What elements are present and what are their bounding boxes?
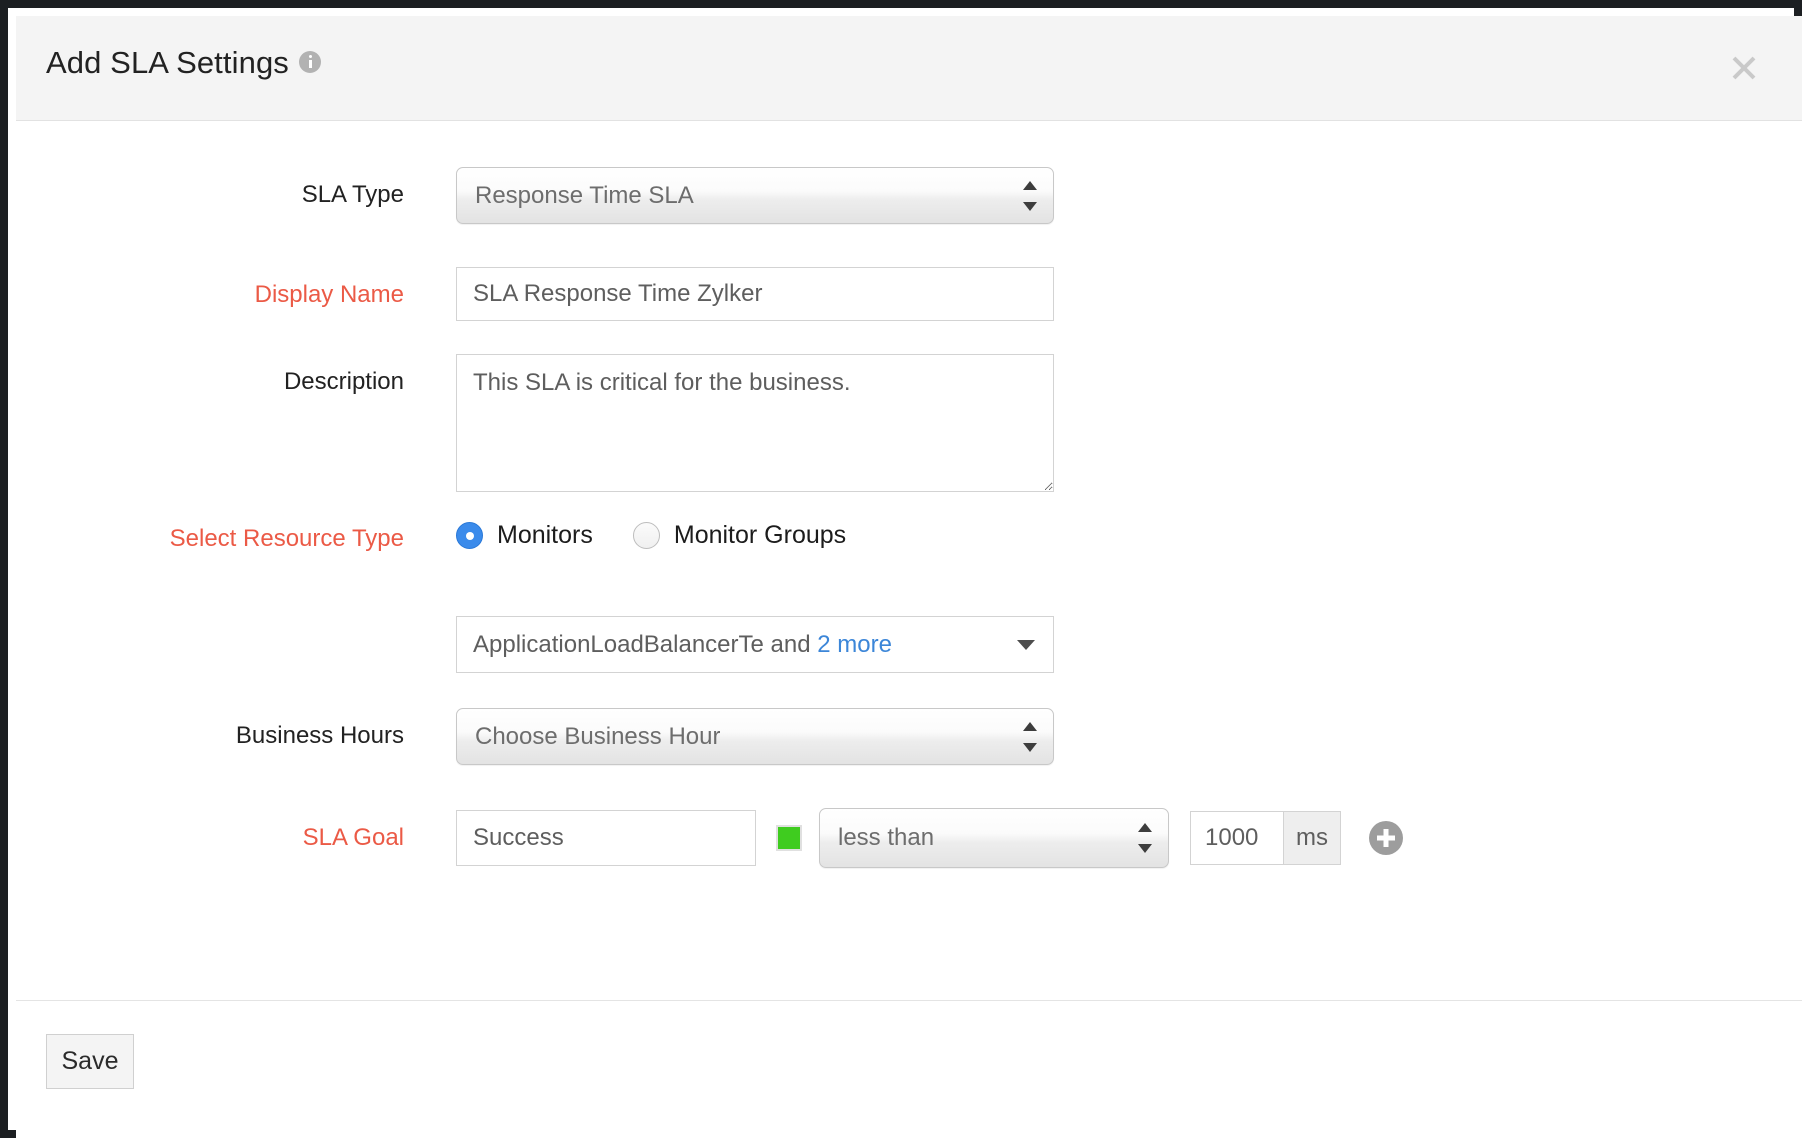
business-hours-label: Business Hours <box>16 708 456 748</box>
monitor-selection-text: ApplicationLoadBalancerTe and <box>473 631 817 658</box>
dialog-header: Add SLA Settings <box>16 16 1802 121</box>
chevron-down-icon <box>1017 640 1035 650</box>
description-label: Description <box>16 354 456 394</box>
window-frame: Add SLA Settings SLA Type Response Time … <box>0 0 1802 1138</box>
radio-monitor-groups-control[interactable] <box>633 522 660 549</box>
radio-monitors-label: Monitors <box>497 521 593 550</box>
sla-goal-operator-value: less than <box>820 824 934 852</box>
sla-goal-threshold-group: ms <box>1190 811 1341 865</box>
form-row-monitor-selection: ApplicationLoadBalancerTe and 2 more <box>16 616 1054 673</box>
close-icon[interactable] <box>1722 46 1766 90</box>
dialog-title-text: Add SLA Settings <box>46 45 289 80</box>
plus-icon[interactable] <box>1369 821 1403 855</box>
chevron-updown-icon <box>1138 823 1152 853</box>
save-button[interactable]: Save <box>46 1034 134 1089</box>
page-title: Add SLA Settings <box>46 45 321 81</box>
form-row-display-name: Display Name <box>16 267 1054 321</box>
form-row-sla-type: SLA Type Response Time SLA <box>16 167 1054 224</box>
sla-goal-threshold-input[interactable] <box>1191 812 1283 864</box>
radio-monitor-groups-label: Monitor Groups <box>674 521 846 550</box>
monitor-selection-more-link[interactable]: 2 more <box>817 631 892 658</box>
color-swatch[interactable] <box>776 825 802 851</box>
dialog-footer: Save <box>16 1000 1802 1138</box>
add-sla-settings-dialog: Add SLA Settings SLA Type Response Time … <box>16 16 1802 1138</box>
business-hours-value: Choose Business Hour <box>457 723 720 751</box>
form-row-description: Description This SLA is critical for the… <box>16 354 1054 492</box>
dialog-body: SLA Type Response Time SLA Display Name … <box>16 121 1802 1000</box>
monitor-selection-combobox[interactable]: ApplicationLoadBalancerTe and 2 more <box>456 616 1054 673</box>
display-name-input[interactable] <box>456 267 1054 321</box>
display-name-label: Display Name <box>16 267 456 307</box>
sla-type-label: SLA Type <box>16 167 456 207</box>
chevron-updown-icon <box>1023 722 1037 752</box>
radio-monitors-control[interactable] <box>456 522 483 549</box>
radio-monitors[interactable]: Monitors <box>456 521 593 550</box>
sla-type-value: Response Time SLA <box>457 182 694 210</box>
radio-monitor-groups[interactable]: Monitor Groups <box>633 521 846 550</box>
chevron-updown-icon <box>1023 181 1037 211</box>
description-textarea[interactable]: This SLA is critical for the business. <box>456 354 1054 492</box>
sla-goal-operator-select[interactable]: less than <box>819 808 1169 868</box>
sla-goal-status-input[interactable] <box>456 810 756 866</box>
form-row-resource-type: Select Resource Type Monitors Monitor Gr… <box>16 521 846 551</box>
resource-type-radio-group: Monitors Monitor Groups <box>456 521 846 550</box>
sla-goal-controls: less than ms <box>456 808 1403 868</box>
info-icon[interactable] <box>299 51 321 73</box>
sla-type-select[interactable]: Response Time SLA <box>456 167 1054 224</box>
form-row-sla-goal: SLA Goal less than ms <box>16 808 1403 868</box>
sla-goal-unit-label: ms <box>1283 812 1340 864</box>
form-row-business-hours: Business Hours Choose Business Hour <box>16 708 1054 765</box>
resource-type-label: Select Resource Type <box>16 521 456 551</box>
sla-goal-label: SLA Goal <box>16 808 456 850</box>
business-hours-select[interactable]: Choose Business Hour <box>456 708 1054 765</box>
monitor-selection-value: ApplicationLoadBalancerTe and 2 more <box>457 631 892 659</box>
